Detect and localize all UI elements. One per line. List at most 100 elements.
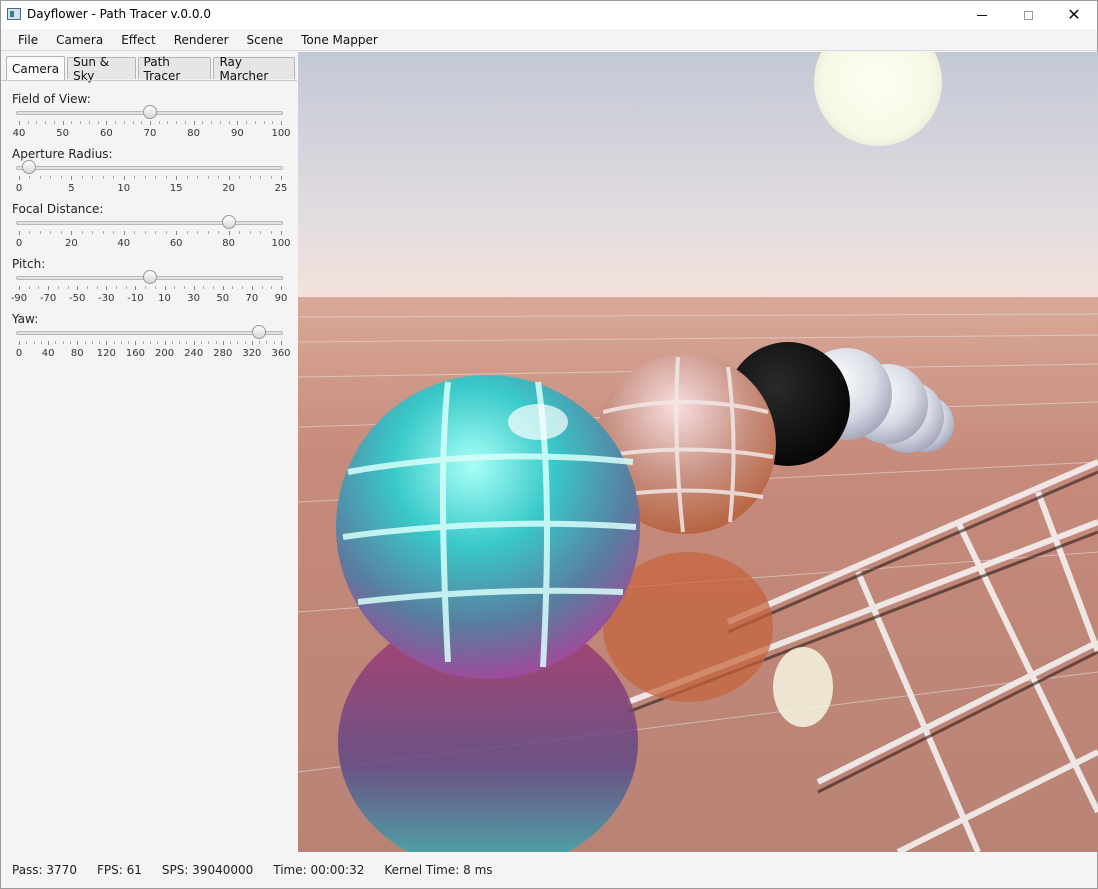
tick-mark xyxy=(266,341,268,344)
tick-mark xyxy=(29,231,31,234)
tick-label: 320 xyxy=(242,348,262,359)
field-of-view-tick-marks xyxy=(19,121,282,126)
tick-mark xyxy=(259,341,261,344)
tick-mark xyxy=(144,231,146,234)
field-of-view-slider-thumb[interactable] xyxy=(143,105,157,119)
menu-camera[interactable]: Camera xyxy=(47,33,112,47)
tick-label: 50 xyxy=(56,128,70,139)
tick-mark xyxy=(230,341,232,344)
tick-mark xyxy=(36,121,38,124)
aperture-radius-slider-thumb[interactable] xyxy=(22,160,37,174)
tick-mark xyxy=(218,231,220,234)
aperture-radius-tick-marks xyxy=(19,176,282,181)
tick-mark xyxy=(157,341,159,344)
tick-mark xyxy=(176,121,178,124)
maximize-button[interactable] xyxy=(1005,1,1051,29)
tick-mark xyxy=(71,121,73,124)
tick-mark xyxy=(132,121,134,124)
menu-renderer[interactable]: Renderer xyxy=(165,33,238,47)
tick-mark xyxy=(237,121,239,125)
tick-mark xyxy=(197,176,199,179)
menu-file[interactable]: File xyxy=(9,33,47,47)
close-button[interactable]: ✕ xyxy=(1051,1,1097,29)
tab-path-tracer[interactable]: Path Tracer xyxy=(137,55,212,83)
pitch-tick-labels: -90 -70 -50 -30 -10 10 30 50 70 90 xyxy=(11,293,288,307)
minimize-button[interactable] xyxy=(959,1,1005,29)
tick-mark xyxy=(145,286,147,289)
menu-tone-mapper[interactable]: Tone Mapper xyxy=(292,33,387,47)
tab-bar: Camera Sun & Sky Path Tracer Ray Marcher xyxy=(6,55,297,83)
tick-mark xyxy=(263,121,265,124)
tick-label: -50 xyxy=(69,293,86,304)
pitch-label: Pitch: xyxy=(12,257,46,271)
maximize-icon xyxy=(1023,10,1033,20)
tick-mark xyxy=(228,176,230,180)
tick-mark xyxy=(207,231,209,234)
tab-camera[interactable]: Camera xyxy=(6,56,66,80)
tick-mark xyxy=(77,286,79,290)
render-viewport[interactable] xyxy=(298,52,1098,852)
tick-mark xyxy=(197,231,199,234)
tick-mark xyxy=(270,231,272,234)
tick-label: 100 xyxy=(271,238,291,249)
tick-label: 0 xyxy=(15,183,23,194)
tick-label: 5 xyxy=(68,183,75,194)
tick-label: 0 xyxy=(15,348,23,359)
tick-mark xyxy=(249,176,251,179)
tick-mark xyxy=(53,121,55,124)
tick-mark xyxy=(186,341,188,344)
tick-mark xyxy=(186,231,188,234)
tick-mark xyxy=(102,176,104,179)
tick-mark xyxy=(184,121,186,124)
menu-effect[interactable]: Effect xyxy=(112,33,165,47)
tick-mark xyxy=(39,176,41,179)
tick-mark xyxy=(251,286,253,290)
focal-distance-slider-thumb[interactable] xyxy=(221,215,236,229)
tick-mark xyxy=(213,286,215,289)
tick-mark xyxy=(239,176,241,179)
pitch-slider-group: Pitch: -90 -70 -50 -30 -10 10 30 50 70 90 xyxy=(11,257,288,309)
yaw-slider-thumb[interactable] xyxy=(252,325,267,339)
tick-label: 30 xyxy=(187,293,201,304)
tick-mark xyxy=(48,286,50,290)
app-window: Dayflower - Path Tracer v.0.0.0 ✕ File C… xyxy=(0,0,1098,889)
status-fps: FPS: 61 xyxy=(96,863,142,877)
field-of-view-label: Field of View: xyxy=(12,92,91,106)
tick-mark xyxy=(281,121,282,125)
tick-mark xyxy=(106,341,108,345)
tick-mark xyxy=(228,121,230,124)
tick-mark xyxy=(123,121,125,124)
menu-scene[interactable]: Scene xyxy=(238,33,293,47)
aperture-radius-tick-labels: 0 5 10 15 20 25 xyxy=(15,183,288,197)
tick-label: 20 xyxy=(65,238,78,249)
window-title: Dayflower - Path Tracer v.0.0.0 xyxy=(27,7,211,21)
tick-mark xyxy=(62,121,64,125)
tick-mark xyxy=(29,176,31,179)
tab-ray-marcher[interactable]: Ray Marcher xyxy=(213,55,295,83)
tick-mark xyxy=(113,341,115,344)
focal-distance-slider-track[interactable] xyxy=(16,221,283,225)
tick-mark xyxy=(171,341,173,344)
title-bar[interactable]: Dayflower - Path Tracer v.0.0.0 ✕ xyxy=(1,1,1097,29)
tick-mark xyxy=(179,341,181,344)
aperture-radius-slider-track[interactable] xyxy=(16,166,283,170)
menu-bar: File Camera Effect Renderer Scene Tone M… xyxy=(1,29,1097,51)
tick-mark xyxy=(19,121,20,125)
yaw-slider-track[interactable] xyxy=(16,331,283,335)
tick-mark xyxy=(71,176,73,180)
tick-label: 80 xyxy=(222,238,235,249)
tick-mark xyxy=(211,121,213,124)
tick-mark xyxy=(50,231,52,234)
tick-mark xyxy=(246,121,248,124)
tick-mark xyxy=(106,121,108,125)
tick-mark xyxy=(154,286,156,289)
tick-mark xyxy=(128,341,130,344)
tick-mark xyxy=(165,176,167,179)
tick-label: -70 xyxy=(39,293,57,304)
tick-mark xyxy=(67,286,69,289)
tick-mark xyxy=(91,341,93,344)
pitch-slider-thumb[interactable] xyxy=(143,270,157,284)
tab-sun-and-sky[interactable]: Sun & Sky xyxy=(67,55,136,83)
tick-mark xyxy=(60,231,62,234)
tick-mark xyxy=(232,286,234,289)
